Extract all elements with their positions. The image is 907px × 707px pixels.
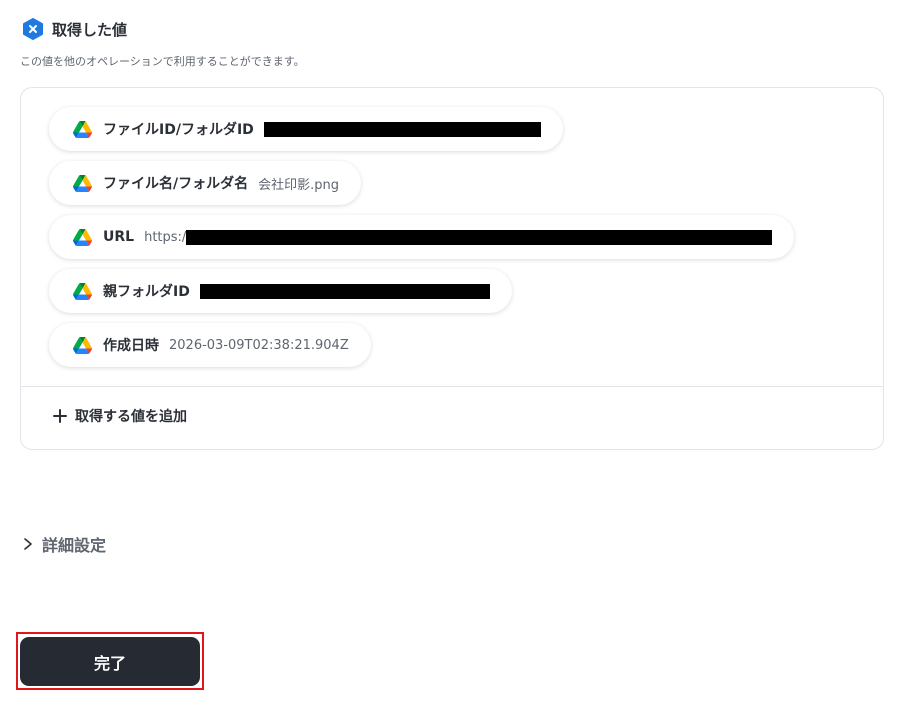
add-value-label: 取得する値を追加: [75, 409, 187, 425]
value-pill-label: ファイル名/フォルダ名: [103, 176, 249, 192]
value-pill-label: 親フォルダID: [103, 284, 190, 300]
value-pill-value: https:/: [144, 229, 187, 245]
advanced-settings-toggle[interactable]: 詳細設定: [22, 532, 106, 556]
google-drive-icon: [73, 283, 92, 300]
google-drive-icon: [73, 121, 92, 138]
value-pill-parent-folder-id[interactable]: 親フォルダID: [49, 269, 512, 313]
value-pill-created-at[interactable]: 作成日時 2026-03-09T02:38:21.904Z: [49, 323, 371, 367]
advanced-settings-label: 詳細設定: [42, 536, 107, 555]
value-pill-url[interactable]: URL https:/: [49, 215, 795, 259]
google-drive-icon: [73, 229, 92, 246]
google-drive-icon: [73, 337, 92, 354]
chevron-right-icon: [24, 538, 32, 550]
value-pill-file-id[interactable]: ファイルID/フォルダID: [49, 107, 563, 151]
redacted-value: [199, 283, 490, 299]
google-drive-icon: [73, 175, 92, 192]
section-header: 取得した値: [22, 18, 127, 40]
card-divider: [21, 386, 883, 387]
acquired-values-card: ファイルID/フォルダID ファイル名/フォルダ名 会社印影.png URL h…: [20, 87, 884, 450]
value-pill-value: 2026-03-09T02:38:21.904Z: [169, 337, 349, 353]
add-value-button[interactable]: 取得する値を追加: [52, 406, 187, 426]
value-pill-label: URL: [103, 229, 135, 245]
section-description: この値を他のオペレーションで利用することができます。: [20, 55, 305, 68]
value-pill-label: ファイルID/フォルダID: [103, 122, 254, 138]
yoom-x-badge-icon: [23, 18, 43, 40]
done-button[interactable]: 完了: [20, 637, 200, 686]
value-pill-file-name[interactable]: ファイル名/フォルダ名 会社印影.png: [49, 161, 362, 205]
plus-icon: [53, 409, 67, 423]
redacted-value: [263, 121, 541, 137]
value-pill-value: 会社印影.png: [258, 177, 340, 193]
value-pill-label: 作成日時: [103, 338, 159, 354]
redacted-value: [186, 229, 773, 245]
section-title: 取得した値: [52, 20, 128, 39]
